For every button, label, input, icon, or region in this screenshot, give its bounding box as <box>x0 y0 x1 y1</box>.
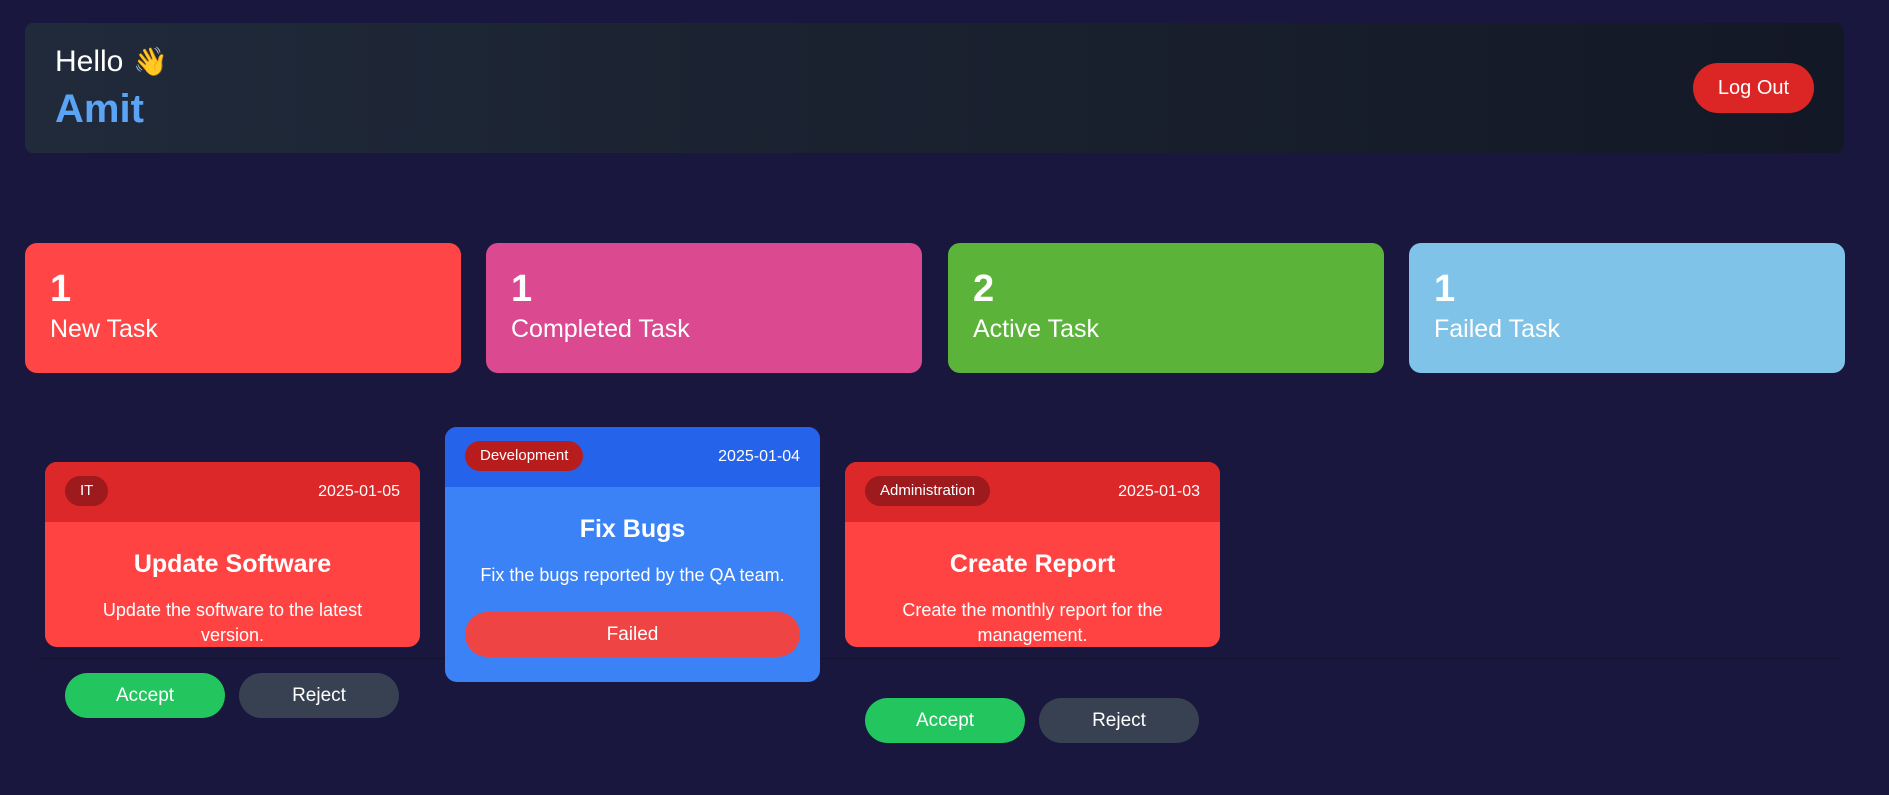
task-card-update-software: IT 2025-01-05 Update Software Update the… <box>45 462 420 647</box>
task-card-header: IT 2025-01-05 <box>45 462 420 522</box>
accept-button[interactable]: Accept <box>65 673 225 718</box>
task-title: Fix Bugs <box>579 515 686 543</box>
category-badge: IT <box>65 476 109 506</box>
task-list-divider <box>40 658 1840 659</box>
task-description: Create the monthly report for the manage… <box>902 600 1163 645</box>
task-title: Update Software <box>133 550 332 578</box>
stat-label: Failed Task <box>1434 315 1560 343</box>
stat-card-completed-task: 1 Completed Task <box>486 243 922 373</box>
user-name: Amit <box>55 87 144 131</box>
reject-button[interactable]: Reject <box>1039 698 1199 743</box>
failed-status-button[interactable]: Failed <box>465 612 800 657</box>
reject-button[interactable]: Reject <box>239 673 399 718</box>
stat-label: Completed Task <box>511 315 690 343</box>
category-badge: Development <box>465 441 584 471</box>
task-title: Create Report <box>949 550 1116 578</box>
wave-icon: 👋 <box>133 46 169 77</box>
task-card-header: Administration 2025-01-03 <box>845 462 1220 522</box>
stat-card-new-task: 1 New Task <box>25 243 461 373</box>
category-badge: Administration <box>865 476 991 506</box>
task-date: 2025-01-03 <box>1118 483 1200 500</box>
task-card-header: Development 2025-01-04 <box>445 427 820 487</box>
task-card-create-report: Administration 2025-01-03 Create Report … <box>845 462 1220 647</box>
accept-button[interactable]: Accept <box>865 698 1025 743</box>
stat-count: 1 <box>1434 268 1456 310</box>
task-card-fix-bugs: Development 2025-01-04 Fix Bugs Fix the … <box>445 427 820 682</box>
greeting: Hello 👋 <box>55 45 168 79</box>
task-description: Update the software to the latest versio… <box>102 600 363 645</box>
stat-card-failed-task: 1 Failed Task <box>1409 243 1845 373</box>
stat-count: 2 <box>973 268 995 310</box>
task-date: 2025-01-05 <box>318 483 400 500</box>
header-bar: Hello 👋 Amit Log Out <box>25 23 1844 153</box>
stat-count: 1 <box>511 268 533 310</box>
stat-label: New Task <box>50 315 158 343</box>
task-date: 2025-01-04 <box>718 448 800 465</box>
logout-button[interactable]: Log Out <box>1693 63 1814 113</box>
stat-card-active-task: 2 Active Task <box>948 243 1384 373</box>
greeting-text: Hello <box>55 45 124 78</box>
task-description: Fix the bugs reported by the QA team. <box>480 565 785 585</box>
stat-label: Active Task <box>973 315 1099 343</box>
stat-count: 1 <box>50 268 72 310</box>
